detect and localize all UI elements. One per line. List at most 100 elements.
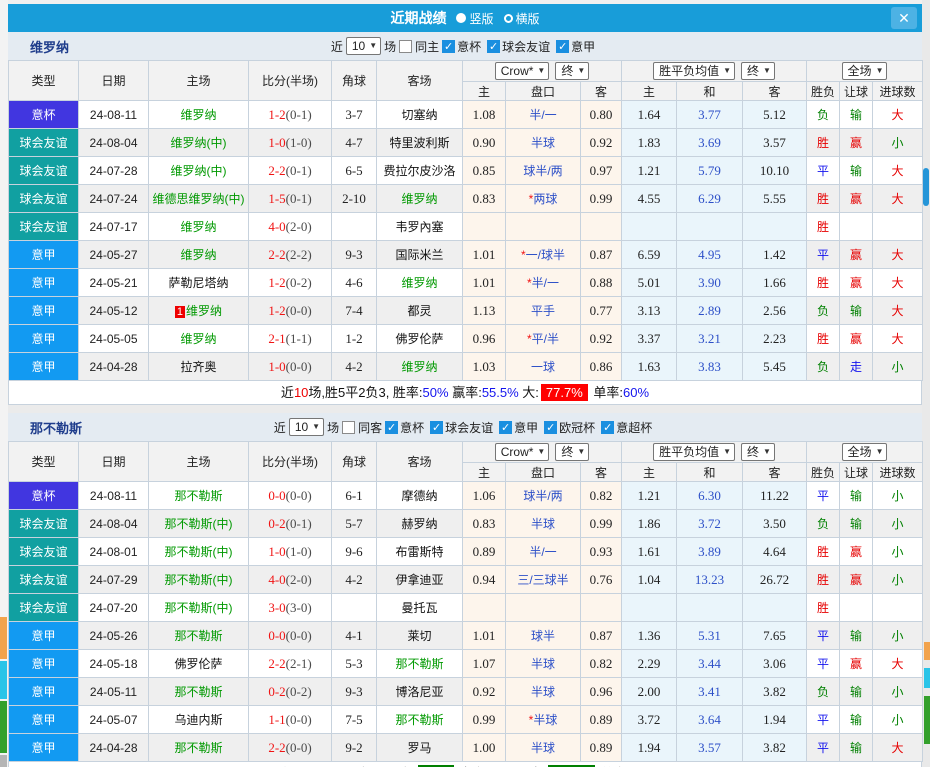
- home-team: 那不勒斯: [148, 733, 249, 762]
- scrollbar-track[interactable]: [922, 0, 930, 767]
- summary-text: 大:: [518, 385, 539, 400]
- scrollbar-thumb[interactable]: [923, 168, 929, 206]
- avg-time-select[interactable]: 终 ▼: [741, 62, 775, 80]
- column-header: 主场: [148, 60, 249, 101]
- away-odds: 0.86: [580, 352, 622, 381]
- result-outcome: 胜: [806, 184, 841, 213]
- odds-company-select[interactable]: Crow* ▼: [494, 443, 550, 461]
- filter-checkbox[interactable]: ✓: [556, 39, 570, 53]
- avg-home: 1.21: [621, 156, 677, 185]
- avg-draw: 3.83: [676, 352, 743, 381]
- close-button[interactable]: ✕: [891, 7, 917, 29]
- avg-type-select[interactable]: 胜平负均值 ▼: [653, 443, 735, 461]
- fulltime-score: 0-2: [268, 515, 286, 531]
- away-team: 国际米兰: [376, 240, 463, 269]
- avg-draw: 6.29: [676, 184, 743, 213]
- avg-home: 5.01: [621, 268, 677, 297]
- away-team: 维罗纳: [376, 268, 463, 297]
- result-goals: 大: [872, 156, 924, 185]
- home-odds: 1.00: [462, 733, 506, 762]
- avg-draw: 3.90: [676, 268, 743, 297]
- fullmatch-group-header: 全场 ▼: [806, 60, 924, 82]
- chevron-down-icon: ▼: [312, 422, 321, 431]
- match-count-select[interactable]: 10 ▼: [288, 418, 325, 436]
- result-handicap: 走: [839, 352, 874, 381]
- home-team-name: 维罗纳: [186, 304, 223, 318]
- avg-away: 5.45: [741, 352, 808, 381]
- filter-checkbox[interactable]: ✓: [442, 39, 456, 53]
- home-team-name: 维罗纳: [180, 220, 217, 234]
- fulltime-score: 3-0: [268, 599, 286, 615]
- scope-select[interactable]: 全场 ▼: [841, 62, 888, 80]
- match-type-badge: 球会友谊: [8, 509, 79, 538]
- away-odds: 0.82: [580, 481, 622, 510]
- odds-time-select[interactable]: 终 ▼: [555, 62, 590, 80]
- halftime-score: (0-1): [285, 106, 312, 122]
- match-type-badge: 意甲: [8, 649, 79, 678]
- result-goals: 大: [872, 733, 924, 762]
- away-odds: [580, 212, 622, 241]
- result-goals: 大: [872, 100, 924, 129]
- filter-checkbox[interactable]: ✓: [385, 420, 399, 434]
- avg-home: 1.04: [621, 565, 677, 594]
- result-goals: 小: [872, 677, 924, 706]
- home-odds: 1.01: [462, 268, 506, 297]
- avg-draw: 5.79: [676, 156, 743, 185]
- scope-select[interactable]: 全场 ▼: [841, 443, 888, 461]
- edge-fragment-orange: [924, 642, 930, 660]
- filter-checkbox[interactable]: ✓: [487, 39, 501, 53]
- halftime-score: (2-0): [285, 218, 312, 234]
- sub-column-header: 胜负: [806, 81, 841, 101]
- avg-time-select[interactable]: 终 ▼: [741, 443, 775, 461]
- result-goals: 小: [872, 509, 924, 538]
- filter-checkbox[interactable]: ✓: [499, 420, 513, 434]
- corner-count: 2-10: [331, 184, 377, 213]
- near-label: 近: [330, 39, 343, 54]
- sub-column-header: 主: [621, 81, 677, 101]
- section-controls: 那不勒斯 近 10 ▼ 场 同客 ✓ 意杯 ✓ 球会友谊 ✓ 意甲 ✓ 欧冠杯 ✓ 意超杯: [8, 413, 922, 441]
- odds-time-select[interactable]: 终 ▼: [555, 443, 590, 461]
- away-team: 罗马: [376, 733, 463, 762]
- halftime-score: (0-1): [285, 162, 312, 178]
- home-odds: 1.13: [462, 296, 506, 325]
- home-team-name: 萨勒尼塔纳: [168, 276, 229, 290]
- result-goals: 大: [872, 296, 924, 325]
- result-goals: 大: [872, 240, 924, 269]
- match-count-select[interactable]: 10 ▼: [345, 37, 382, 55]
- corner-count: 4-6: [331, 268, 377, 297]
- fullmatch-group-header: 全场 ▼: [806, 441, 924, 463]
- same-venue-checkbox[interactable]: [399, 39, 413, 53]
- score: 1-0(0-0): [248, 352, 332, 381]
- odds-company-select[interactable]: Crow* ▼: [494, 62, 550, 80]
- score: 2-2(0-1): [248, 156, 332, 185]
- vertical-layout-radio[interactable]: [456, 13, 467, 23]
- away-team-name: 伊拿迪亚: [395, 573, 444, 587]
- handicap-value: 半球: [530, 136, 555, 150]
- dialog-title: 近期战绩: [390, 10, 447, 26]
- sub-column-header: 让球: [839, 81, 874, 101]
- sub-column-header: 客: [741, 81, 808, 101]
- away-odds: 0.80: [580, 100, 622, 129]
- horizontal-layout-radio[interactable]: [503, 13, 513, 23]
- odds-group-header: Crow* ▼ 终 ▼: [462, 60, 622, 82]
- corner-count: 4-7: [331, 128, 377, 157]
- filter-checkbox[interactable]: ✓: [430, 420, 444, 434]
- avg-home: 1.83: [621, 128, 677, 157]
- same-venue-checkbox[interactable]: [342, 420, 356, 434]
- column-header: 类型: [8, 60, 79, 101]
- avg-away: 3.06: [741, 649, 808, 678]
- corner-count: [331, 593, 377, 622]
- filter-checkbox[interactable]: ✓: [544, 420, 558, 434]
- result-goals: 小: [872, 565, 924, 594]
- avg-type-select[interactable]: 胜平负均值 ▼: [653, 62, 735, 80]
- halftime-score: (2-1): [285, 655, 312, 671]
- avg-group-header: 胜平负均值 ▼ 终 ▼: [620, 60, 808, 82]
- away-team-name: 那不勒斯: [395, 657, 444, 671]
- result-handicap: 赢: [839, 324, 874, 353]
- filter-checkbox[interactable]: ✓: [601, 420, 615, 434]
- avg-home: 1.86: [621, 509, 677, 538]
- avg-draw: 3.72: [676, 509, 743, 538]
- match-type-badge: 意甲: [8, 296, 79, 325]
- handicap-value: 两球: [533, 192, 558, 206]
- avg-away: 5.12: [741, 100, 808, 129]
